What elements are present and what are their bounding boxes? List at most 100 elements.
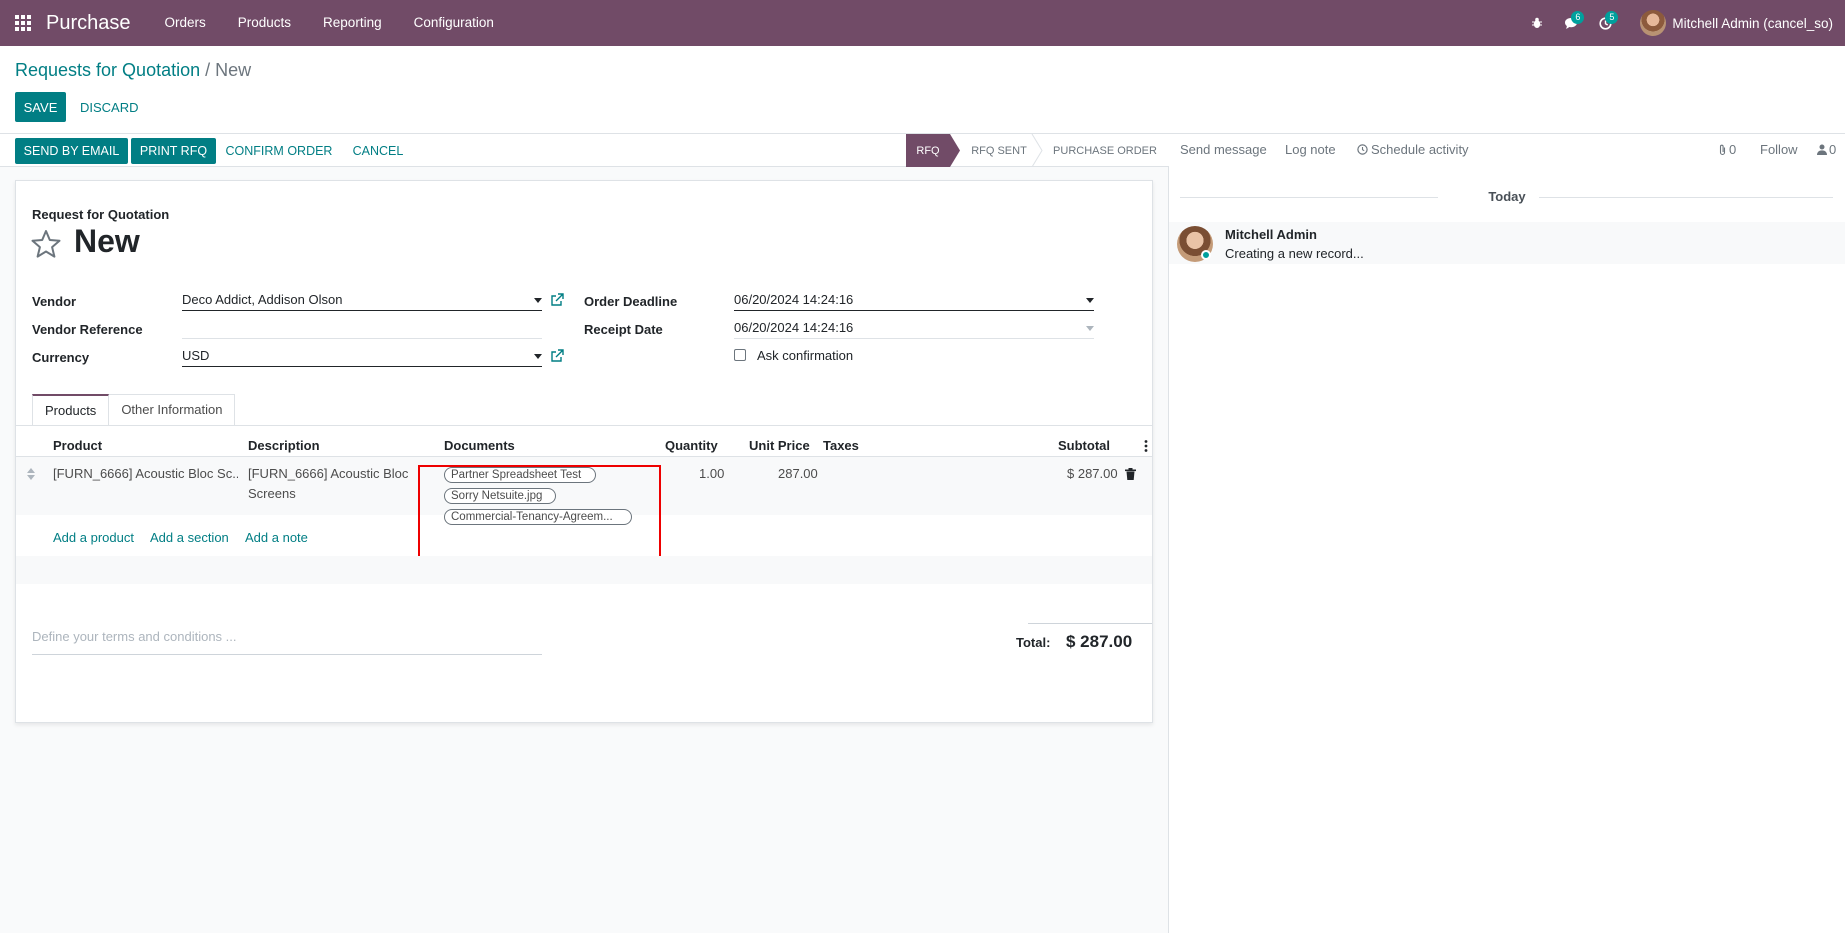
attachments-count: 0 <box>1729 142 1737 157</box>
paperclip-icon <box>1719 144 1726 155</box>
user-avatar <box>1640 10 1667 36</box>
ask-confirmation-label: Ask confirmation <box>757 348 854 363</box>
receipt-date-label: Receipt Date <box>584 322 663 337</box>
schedule-activity-label: Schedule activity <box>1371 142 1469 157</box>
tab-products[interactable]: Products <box>32 394 110 426</box>
menu-configuration[interactable]: Configuration <box>398 0 510 46</box>
total-divider <box>1028 623 1152 624</box>
followers-count: 0 <box>1829 142 1837 157</box>
save-button[interactable]: SAVE <box>15 92 66 122</box>
chatter-topbar: Send message Log note Schedule activity … <box>1169 134 1845 167</box>
receipt-date-field[interactable]: 06/20/2024 14:24:16 <box>734 317 1094 339</box>
currency-field[interactable]: USD <box>182 345 542 367</box>
form-view: SEND BY EMAIL PRINT RFQ CONFIRM ORDER CA… <box>0 134 1169 933</box>
followers-button[interactable]: 0 <box>1817 142 1836 157</box>
vendor-label: Vendor <box>32 294 77 309</box>
order-deadline-field[interactable]: 06/20/2024 14:24:16 <box>734 289 1094 311</box>
cancel-button[interactable]: CANCEL <box>344 138 412 164</box>
row-description-line2[interactable]: Screens <box>248 484 296 504</box>
col-header-unit-price[interactable]: Unit Price <box>749 438 810 453</box>
receipt-date-dropdown-icon[interactable] <box>1086 326 1094 331</box>
order-deadline-dropdown-icon[interactable] <box>1086 298 1094 303</box>
add-product-link[interactable]: Add a product <box>53 530 134 545</box>
tab-other-information[interactable]: Other Information <box>109 394 236 426</box>
online-status-dot <box>1201 250 1211 260</box>
schedule-activity-button[interactable]: Schedule activity <box>1357 142 1469 157</box>
messages-icon[interactable]: 6 <box>1554 0 1588 46</box>
add-note-link[interactable]: Add a note <box>245 530 308 545</box>
attachments-button[interactable]: 0 <box>1718 142 1736 157</box>
receipt-date-value: 06/20/2024 14:24:16 <box>734 320 854 335</box>
vendor-value: Deco Addict, Addison Olson <box>182 292 343 307</box>
total-label: Total: <box>1016 635 1051 650</box>
breadcrumb-current: New <box>215 60 252 80</box>
send-message-button[interactable]: Send message <box>1180 142 1267 157</box>
col-header-documents[interactable]: Documents <box>444 438 515 453</box>
stage-rfq[interactable]: RFQ <box>906 134 950 167</box>
send-by-email-button[interactable]: SEND BY EMAIL <box>15 138 128 164</box>
menu-reporting[interactable]: Reporting <box>307 0 398 46</box>
vendor-external-link-icon[interactable] <box>550 293 564 307</box>
follow-button[interactable]: Follow <box>1760 142 1798 157</box>
stage-rfq-sent[interactable]: RFQ SENT <box>960 134 1038 167</box>
menu-orders[interactable]: Orders <box>149 0 222 46</box>
empty-table-row <box>16 556 1152 584</box>
top-navbar: Purchase Orders Products Reporting Confi… <box>0 0 1845 46</box>
ask-confirmation-checkbox[interactable] <box>734 349 746 361</box>
vendor-reference-input[interactable] <box>182 317 542 339</box>
col-header-quantity[interactable]: Quantity <box>665 438 718 453</box>
user-icon <box>1817 144 1827 155</box>
delete-row-trash-icon[interactable] <box>1125 468 1136 480</box>
currency-external-link-icon[interactable] <box>550 349 564 363</box>
message-author[interactable]: Mitchell Admin <box>1225 227 1317 242</box>
col-header-taxes[interactable]: Taxes <box>823 438 859 453</box>
optional-columns-icon[interactable] <box>1144 439 1148 453</box>
log-note-button[interactable]: Log note <box>1285 142 1336 157</box>
row-quantity[interactable]: 1.00 <box>699 464 724 484</box>
user-name: Mitchell Admin (cancel_so) <box>1672 15 1833 31</box>
date-separator-label: Today <box>1488 189 1526 204</box>
activities-clock-icon[interactable]: 5 <box>1588 0 1622 46</box>
col-header-description[interactable]: Description <box>248 438 320 453</box>
clock-icon <box>1357 144 1368 155</box>
menu-products[interactable]: Products <box>222 0 307 46</box>
currency-value: USD <box>182 348 210 363</box>
record-type-label: Request for Quotation <box>32 207 170 222</box>
col-header-subtotal[interactable]: Subtotal <box>1058 438 1110 453</box>
debug-bug-icon[interactable] <box>1520 0 1554 46</box>
row-unit-price[interactable]: 287.00 <box>778 464 818 484</box>
user-menu[interactable]: Mitchell Admin (cancel_so) <box>1640 10 1833 36</box>
record-name: New <box>74 223 140 259</box>
tabs-divider <box>16 425 1152 426</box>
total-value: $ 287.00 <box>1066 632 1133 651</box>
col-header-product[interactable]: Product <box>53 438 102 453</box>
messages-count-badge: 6 <box>1571 11 1585 24</box>
app-name[interactable]: Purchase <box>46 12 131 35</box>
drag-handle-icon[interactable] <box>27 468 35 480</box>
apps-menu-icon[interactable] <box>0 0 46 46</box>
chatter-panel: Send message Log note Schedule activity … <box>1169 134 1845 933</box>
print-rfq-button[interactable]: PRINT RFQ <box>131 138 216 164</box>
order-deadline-label: Order Deadline <box>584 294 678 309</box>
form-statusbar: SEND BY EMAIL PRINT RFQ CONFIRM ORDER CA… <box>0 134 1169 167</box>
add-section-link[interactable]: Add a section <box>150 530 229 545</box>
row-description-line1[interactable]: [FURN_6666] Acoustic Bloc <box>248 464 408 484</box>
activities-count-badge: 5 <box>1605 11 1619 24</box>
breadcrumb: Requests for Quotation / New <box>15 60 251 81</box>
row-product[interactable]: [FURN_6666] Acoustic Bloc Sc... <box>53 464 238 484</box>
chatter-message: Mitchell Admin Creating a new record... <box>1169 222 1845 264</box>
notebook-tabs: Products Other Information <box>32 394 236 426</box>
vendor-reference-label: Vendor Reference <box>32 322 143 337</box>
confirm-order-button[interactable]: CONFIRM ORDER <box>224 138 334 164</box>
discard-button[interactable]: DISCARD <box>80 92 139 122</box>
vendor-field[interactable]: Deco Addict, Addison Olson <box>182 289 542 311</box>
vendor-dropdown-icon[interactable] <box>534 298 542 303</box>
currency-dropdown-icon[interactable] <box>534 354 542 359</box>
priority-star-icon[interactable] <box>30 228 62 260</box>
currency-label: Currency <box>32 350 90 365</box>
order-deadline-value: 06/20/2024 14:24:16 <box>734 292 854 307</box>
terms-conditions-input[interactable]: Define your terms and conditions ... <box>32 629 542 655</box>
row-subtotal: $ 287.00 <box>1067 466 1118 481</box>
stage-purchase-order[interactable]: PURCHASE ORDER <box>1050 134 1160 167</box>
breadcrumb-parent-link[interactable]: Requests for Quotation <box>15 60 200 80</box>
